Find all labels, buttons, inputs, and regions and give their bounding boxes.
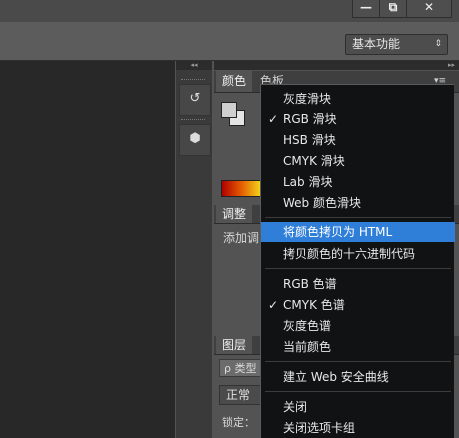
layer-filter-input[interactable]: ρ 类型 — [219, 359, 261, 377]
3d-panel-button[interactable]: ⬢ — [179, 124, 211, 156]
cube-icon: ⬢ — [189, 131, 201, 146]
foreground-color-swatch[interactable] — [221, 102, 237, 118]
checkmark-icon: ✓ — [268, 112, 279, 126]
menu-separator — [265, 268, 451, 269]
history-panel-button[interactable]: ↺ — [179, 84, 211, 116]
tab-color[interactable]: 颜色 — [216, 71, 253, 92]
close-button[interactable]: ✕ — [406, 0, 452, 18]
blend-mode-select[interactable]: 正常 — [219, 385, 261, 405]
color-ramp[interactable] — [221, 180, 261, 197]
checkmark-icon: ✓ — [268, 298, 279, 312]
maximize-button[interactable]: ⧉ — [379, 0, 407, 18]
menu-separator — [265, 361, 451, 362]
menu-item-copy-hex-code[interactable]: 拷贝颜色的十六进制代码 — [261, 244, 455, 264]
menu-item-cmyk-slider[interactable]: CMYK 滑块 — [261, 151, 455, 171]
dock-grip-handle[interactable] — [181, 79, 205, 83]
add-adjustment-label: 添加调 — [223, 231, 260, 245]
updown-arrow-icon: ⇕ — [434, 39, 442, 49]
minimize-button[interactable]: — — [352, 0, 380, 18]
document-canvas-area[interactable] — [0, 61, 175, 438]
menu-item-grayscale-slider[interactable]: 灰度滑块 — [261, 89, 455, 109]
iconic-dock: ◂◂ — [176, 61, 212, 438]
workspace-select[interactable]: 基本功能 ⇕ — [345, 34, 448, 55]
menu-item-hsb-slider[interactable]: HSB 滑块 — [261, 130, 455, 150]
menu-item-copy-color-as-html[interactable]: 将颜色拷贝为 HTML — [261, 222, 455, 242]
menu-item-grayscale-spectrum[interactable]: 灰度色谱 — [261, 316, 455, 336]
menu-item-cmyk-spectrum[interactable]: ✓ CMYK 色谱 — [261, 295, 455, 315]
menu-item-lab-slider[interactable]: Lab 滑块 — [261, 172, 455, 192]
menu-item-make-web-safe-ramp[interactable]: 建立 Web 安全曲线 — [261, 367, 455, 387]
lock-label: 锁定： — [222, 416, 255, 429]
tab-adjustments[interactable]: 调整 — [216, 205, 253, 223]
expand-dock-icon[interactable]: ▸▸ — [214, 61, 459, 70]
menu-item-rgb-slider[interactable]: ✓ RGB 滑块 — [261, 109, 455, 129]
menu-item-close-tab-group[interactable]: 关闭选项卡组 — [261, 418, 455, 438]
color-panel-context-menu: 灰度滑块 ✓ RGB 滑块 HSB 滑块 CMYK 滑块 Lab 滑块 Web 颜… — [260, 84, 455, 438]
menu-item-rgb-spectrum[interactable]: RGB 色谱 — [261, 274, 455, 294]
menu-separator — [265, 217, 451, 218]
workspace-select-value: 基本功能 — [352, 37, 401, 51]
history-icon: ↺ — [189, 91, 201, 106]
dock-grip-handle[interactable] — [181, 119, 205, 123]
menu-separator — [265, 391, 451, 392]
tab-layers[interactable]: 图层 — [216, 336, 253, 354]
menu-item-current-colors[interactable]: 当前颜色 — [261, 337, 455, 357]
collapse-dock-icon[interactable]: ◂◂ — [176, 61, 212, 70]
menu-item-close[interactable]: 关闭 — [261, 397, 455, 417]
menu-item-web-color-slider[interactable]: Web 颜色滑块 — [261, 193, 455, 213]
